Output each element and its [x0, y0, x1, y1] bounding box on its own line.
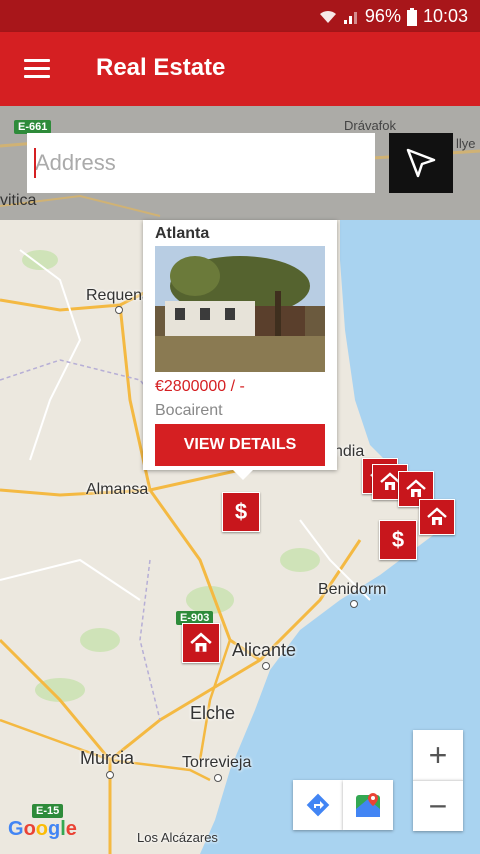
- map-dot: [214, 774, 222, 782]
- app-title: Real Estate: [96, 54, 226, 81]
- map-label-requena: Requena: [86, 287, 151, 304]
- battery-icon: [406, 7, 417, 26]
- directions-icon: [306, 793, 330, 817]
- map-label-llye: llye: [456, 136, 476, 151]
- house-marker[interactable]: [182, 623, 220, 663]
- property-photo[interactable]: [155, 246, 325, 372]
- zoom-in-button[interactable]: +: [413, 730, 463, 780]
- status-bar: 96% 10:03: [0, 0, 480, 32]
- house-icon: [406, 479, 426, 497]
- google-logo: Google: [8, 818, 77, 840]
- property-title: Atlanta: [155, 225, 210, 242]
- map-label-torrevieja: Torrevieja: [182, 754, 252, 771]
- house-icon: [190, 632, 212, 652]
- wifi-icon: [319, 10, 336, 23]
- view-details-button[interactable]: VIEW DETAILS: [155, 424, 325, 466]
- directions-button[interactable]: [293, 780, 343, 830]
- signal-icon: [343, 11, 357, 24]
- map-dot: [350, 600, 358, 608]
- open-in-maps-button[interactable]: [343, 780, 393, 830]
- navigation-button[interactable]: [389, 133, 453, 193]
- house-icon: [427, 507, 447, 525]
- google-maps-icon: [356, 793, 380, 817]
- property-info-window[interactable]: Atlanta €2800000 / - Bocairent VIEW DETA…: [143, 220, 337, 480]
- map-label-dravafok: Drávafok: [344, 118, 397, 133]
- map-dot: [106, 771, 114, 779]
- house-marker[interactable]: [419, 499, 455, 535]
- map-dot: [115, 306, 123, 314]
- menu-icon[interactable]: [24, 59, 50, 79]
- clock: 10:03: [422, 6, 468, 26]
- text-caret: [34, 148, 36, 178]
- map-label-elche: Elche: [190, 703, 236, 723]
- zoom-out-button[interactable]: −: [413, 780, 463, 831]
- map-label-ndia: ndia: [334, 443, 365, 460]
- map-label-alicante: Alicante: [232, 640, 297, 660]
- price-marker[interactable]: $: [379, 520, 417, 560]
- battery-percent: 96%: [364, 6, 401, 26]
- price-marker[interactable]: $: [222, 492, 260, 532]
- road-badge: E-15: [32, 804, 64, 818]
- road-badge: E-661: [14, 120, 52, 134]
- map-label-murcia: Murcia: [80, 748, 135, 768]
- property-location: Bocairent: [155, 402, 223, 419]
- map-dot: [262, 662, 270, 670]
- property-price: €2800000 / -: [155, 378, 245, 395]
- map-label-benidorm: Benidorm: [318, 581, 387, 598]
- map-label-almansa: Almansa: [86, 481, 149, 498]
- app-bar: Real Estate: [0, 32, 480, 106]
- navigation-icon: [406, 148, 436, 178]
- map-label-vitica: vitica: [0, 192, 37, 209]
- map-label-los-alcazares: Los Alcázares: [137, 830, 218, 845]
- address-input[interactable]: [27, 133, 375, 193]
